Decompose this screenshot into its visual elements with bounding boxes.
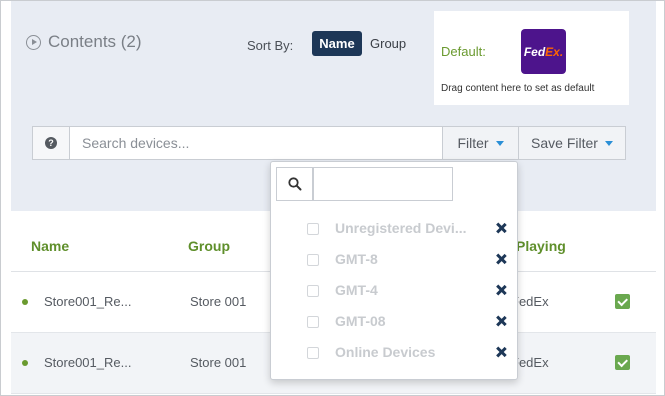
device-group: Store 001 bbox=[190, 294, 247, 309]
caret-down-icon bbox=[604, 140, 613, 146]
filter-option-checkbox[interactable] bbox=[307, 223, 319, 235]
filter-option-checkbox[interactable] bbox=[307, 254, 319, 266]
row-checkbox[interactable] bbox=[615, 294, 630, 309]
column-header-playing[interactable]: Playing bbox=[516, 238, 566, 254]
sort-name-button[interactable]: Name bbox=[312, 31, 362, 56]
search-icon bbox=[287, 177, 301, 191]
default-label: Default: bbox=[441, 44, 486, 59]
filter-option-label[interactable]: GMT-4 bbox=[335, 282, 378, 298]
contents-header[interactable]: Contents (2) bbox=[26, 32, 142, 52]
filter-button[interactable]: Filter bbox=[442, 127, 518, 159]
filter-option-label[interactable]: Unregistered Devi... bbox=[335, 220, 467, 236]
remove-filter-icon[interactable] bbox=[495, 284, 507, 296]
save-filter-label: Save Filter bbox=[531, 135, 598, 151]
filter-option-label[interactable]: GMT-08 bbox=[335, 313, 386, 329]
column-header-group[interactable]: Group bbox=[188, 238, 230, 254]
online-status-dot bbox=[22, 299, 28, 305]
contents-title: Contents (2) bbox=[48, 32, 142, 51]
device-name[interactable]: Store001_Re... bbox=[44, 355, 131, 370]
filter-option[interactable]: GMT-4 bbox=[307, 282, 517, 302]
question-icon: ? bbox=[45, 137, 57, 149]
play-circle-icon bbox=[26, 34, 41, 50]
caret-down-icon bbox=[495, 140, 504, 146]
filter-option-checkbox[interactable] bbox=[307, 316, 319, 328]
filter-option[interactable]: GMT-08 bbox=[307, 313, 517, 333]
column-header-name[interactable]: Name bbox=[31, 238, 69, 254]
remove-filter-icon[interactable] bbox=[495, 253, 507, 265]
dropdown-search-input[interactable] bbox=[313, 167, 453, 201]
filter-label: Filter bbox=[457, 135, 489, 151]
sort-group-button[interactable]: Group bbox=[370, 36, 406, 51]
device-group: Store 001 bbox=[190, 355, 247, 370]
search-input[interactable] bbox=[71, 127, 442, 159]
device-name[interactable]: Store001_Re... bbox=[44, 294, 131, 309]
filter-option-checkbox[interactable] bbox=[307, 347, 319, 359]
dropzone-hint: Drag content here to set as default bbox=[441, 83, 595, 94]
filter-option-checkbox[interactable] bbox=[307, 285, 319, 297]
device-search-bar: ? Filter Save Filter bbox=[32, 126, 626, 160]
fedex-logo: Fed Ex. bbox=[521, 29, 566, 74]
filter-dropdown: Unregistered Devi... GMT-8 GMT-4 GMT-08 … bbox=[270, 161, 518, 380]
filter-option[interactable]: Online Devices bbox=[307, 344, 517, 364]
dropdown-search-button[interactable] bbox=[276, 167, 313, 201]
save-filter-button[interactable]: Save Filter bbox=[518, 127, 625, 159]
online-status-dot bbox=[22, 360, 28, 366]
help-button[interactable]: ? bbox=[33, 127, 70, 159]
default-content-dropzone[interactable]: Default: Fed Ex. Drag content here to set… bbox=[434, 11, 629, 105]
remove-filter-icon[interactable] bbox=[495, 222, 507, 234]
filter-option-label[interactable]: Online Devices bbox=[335, 344, 435, 360]
filter-option-label[interactable]: GMT-8 bbox=[335, 251, 378, 267]
sort-by-label: Sort By: bbox=[247, 38, 294, 53]
app-frame: Contents (2) Sort By: Name Group Default… bbox=[0, 0, 665, 396]
filter-option[interactable]: Unregistered Devi... bbox=[307, 220, 517, 240]
remove-filter-icon[interactable] bbox=[495, 315, 507, 327]
row-checkbox[interactable] bbox=[615, 355, 630, 370]
remove-filter-icon[interactable] bbox=[495, 346, 507, 358]
filter-option[interactable]: GMT-8 bbox=[307, 251, 517, 271]
